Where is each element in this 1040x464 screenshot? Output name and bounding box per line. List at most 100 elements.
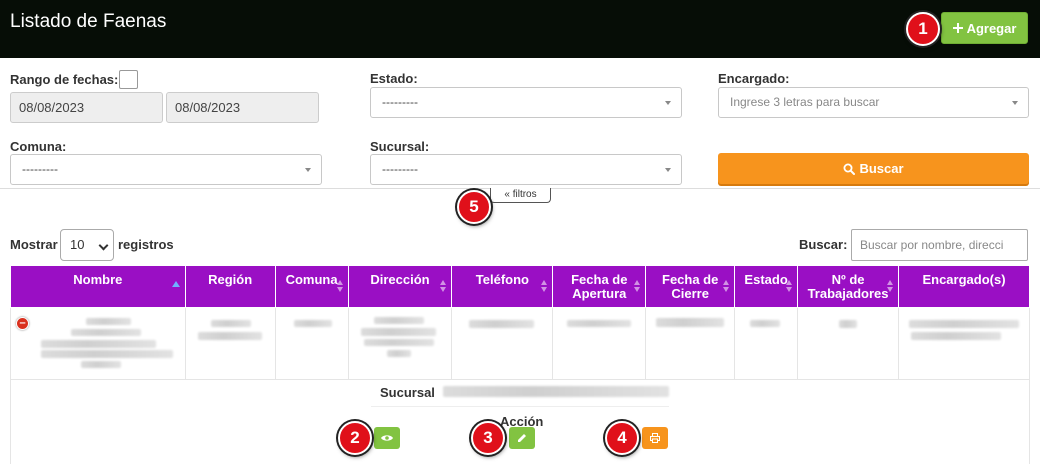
- search-button-label: Buscar: [859, 161, 904, 176]
- search-icon: [843, 163, 856, 175]
- add-button[interactable]: Agregar: [941, 12, 1028, 44]
- redacted-text: [71, 329, 141, 336]
- records-label: registros: [118, 237, 174, 252]
- redacted-text: [567, 320, 632, 327]
- redacted-text: [197, 332, 262, 340]
- column-header-fecha-apertura[interactable]: Fecha de Apertura: [552, 265, 647, 308]
- date-to-input[interactable]: 08/08/2023: [166, 92, 319, 123]
- sort-icon: [440, 280, 447, 292]
- redacted-text: [293, 320, 332, 327]
- redacted-text: [911, 332, 1002, 340]
- page-title: Listado de Faenas: [10, 11, 167, 32]
- sort-icon: [336, 280, 343, 292]
- comuna-label: Comuna:: [10, 139, 67, 154]
- sort-icon: [723, 280, 730, 292]
- column-header-encargados[interactable]: Encargado(s): [898, 265, 1030, 308]
- cell-encargados: [898, 307, 1030, 380]
- chevron-down-icon: [98, 240, 109, 251]
- page-length-value: 10: [70, 237, 85, 252]
- cell-trabajadores: [797, 307, 900, 380]
- column-header-fecha-cierre[interactable]: Fecha de Cierre: [645, 265, 736, 308]
- cell-estado: [734, 307, 799, 380]
- column-header-telefono[interactable]: Teléfono: [451, 265, 554, 308]
- cell-nombre: –: [10, 307, 186, 380]
- annotation-badge-4: 4: [605, 421, 639, 455]
- chevron-down-icon: [1012, 101, 1018, 105]
- search-button[interactable]: Buscar: [718, 153, 1029, 184]
- estado-label: Estado:: [370, 71, 418, 86]
- column-header-trabajadores[interactable]: Nº de Trabajadores: [797, 265, 900, 308]
- faenas-table: Nombre Región Comuna Dirección Teléfono …: [10, 265, 1030, 380]
- chevron-down-icon: [665, 101, 671, 105]
- redacted-text: [86, 318, 131, 325]
- page-length-select[interactable]: 10: [60, 229, 114, 261]
- sucursal-select[interactable]: ---------: [370, 154, 682, 185]
- annotation-badge-3: 3: [471, 421, 505, 455]
- redacted-text: [386, 350, 411, 357]
- encargado-select[interactable]: Ingrese 3 letras para buscar: [718, 87, 1029, 118]
- redacted-text: [41, 350, 173, 358]
- cell-telefono: [451, 307, 554, 380]
- sort-icon: [786, 280, 793, 292]
- annotation-badge-2: 2: [338, 421, 372, 455]
- annotation-badge-1: 1: [906, 12, 940, 46]
- column-header-direccion[interactable]: Dirección: [347, 265, 453, 308]
- encargado-label: Encargado:: [718, 71, 790, 86]
- date-from-input[interactable]: 08/08/2023: [10, 92, 163, 123]
- redacted-text: [909, 320, 1020, 328]
- top-bar: Listado de Faenas Agregar: [0, 0, 1040, 58]
- chevron-down-icon: [305, 168, 311, 172]
- redacted-text: [81, 361, 121, 368]
- plus-icon: [952, 23, 963, 33]
- annotation-badge-5: 5: [457, 190, 491, 224]
- cell-region: [184, 307, 276, 380]
- view-button[interactable]: [374, 427, 400, 449]
- chevrons-up-icon: «: [504, 189, 510, 200]
- table-search-input[interactable]: Buscar por nombre, direcci: [851, 229, 1028, 261]
- row-detail: Sucursal Acción: [10, 379, 1030, 464]
- redacted-text: [363, 339, 434, 346]
- sort-icon: [887, 280, 894, 292]
- sucursal-select-value: ---------: [382, 162, 418, 176]
- redacted-text: [373, 317, 424, 324]
- column-header-estado[interactable]: Estado: [734, 265, 799, 308]
- redacted-text: [41, 340, 156, 348]
- sucursal-label: Sucursal:: [370, 139, 430, 154]
- table-header-row: Nombre Región Comuna Dirección Teléfono …: [10, 265, 1030, 308]
- chevron-down-icon: [665, 168, 671, 172]
- comuna-select-value: ---------: [22, 162, 58, 176]
- detail-divider: [371, 406, 669, 407]
- table-search-label: Buscar:: [799, 237, 848, 252]
- column-header-comuna[interactable]: Comuna: [274, 265, 349, 308]
- sort-icon: [634, 280, 641, 292]
- encargado-placeholder: Ingrese 3 letras para buscar: [730, 95, 880, 109]
- sort-asc-icon: [171, 281, 180, 287]
- redacted-text: [360, 328, 436, 336]
- filters-toggle-label: filtros: [512, 189, 537, 200]
- column-header-region[interactable]: Región: [184, 265, 276, 308]
- print-icon: [650, 433, 660, 443]
- date-range-label: Rango de fechas:: [10, 72, 119, 87]
- estado-select-value: ---------: [382, 95, 418, 109]
- column-header-nombre[interactable]: Nombre: [10, 265, 186, 308]
- table-row[interactable]: –: [10, 307, 1030, 380]
- cell-fecha-apertura: [552, 307, 647, 380]
- add-button-label: Agregar: [966, 20, 1017, 36]
- sort-icon: [541, 280, 548, 292]
- filters-toggle[interactable]: « filtros: [490, 188, 551, 203]
- comuna-select[interactable]: ---------: [10, 154, 322, 185]
- redacted-text: [443, 386, 669, 397]
- collapse-row-icon[interactable]: –: [16, 317, 29, 330]
- edit-button[interactable]: [509, 427, 535, 449]
- redacted-text: [469, 320, 535, 328]
- estado-select[interactable]: ---------: [370, 87, 682, 118]
- eye-icon: [381, 435, 393, 441]
- date-range-checkbox[interactable]: [119, 70, 138, 89]
- print-button[interactable]: [642, 427, 668, 449]
- redacted-text: [210, 320, 251, 327]
- redacted-text: [839, 320, 858, 328]
- cell-comuna: [274, 307, 349, 380]
- redacted-text: [750, 320, 781, 327]
- pencil-icon: [518, 434, 526, 442]
- cell-direccion: [347, 307, 453, 380]
